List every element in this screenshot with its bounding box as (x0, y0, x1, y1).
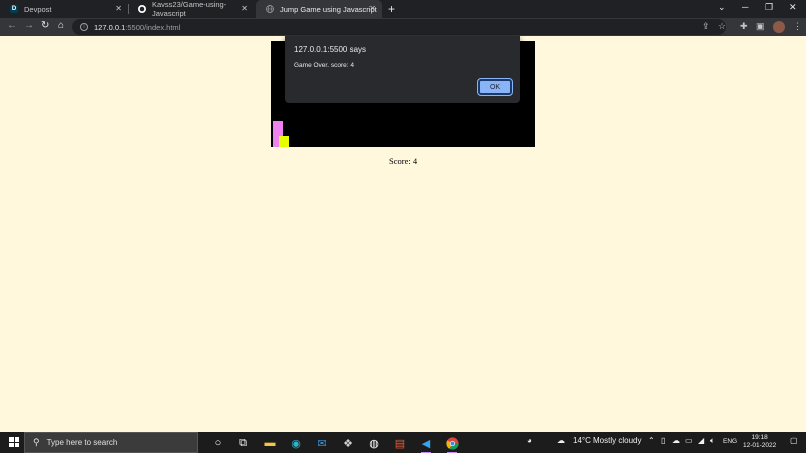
url-host: 127.0.0.1 (94, 22, 126, 32)
profile-avatar[interactable] (773, 21, 785, 33)
devpost-icon: D (10, 5, 18, 13)
tab-title: Kavss23/Game-using-Javascript (152, 0, 227, 18)
vscode-icon[interactable]: ◀ (418, 435, 434, 453)
cortana-circle-icon[interactable]: ○ (210, 435, 226, 451)
weather-description[interactable]: Mostly cloudy (593, 436, 641, 445)
alert-dialog: 127.0.0.1:5500 says Game Over. score: 4 … (285, 36, 520, 103)
tab-title: Devpost (24, 4, 52, 14)
alert-message: Game Over. score: 4 (294, 62, 354, 69)
notification-icon[interactable]: ▢ (790, 436, 798, 445)
close-icon[interactable]: ✕ (115, 4, 122, 13)
tab-devpost[interactable]: D Devpost ✕ (0, 0, 128, 18)
clock-date: 12-01-2022 (743, 442, 777, 449)
chrome-icon[interactable] (444, 435, 460, 453)
task-view-icon[interactable]: ⧉ (235, 435, 251, 451)
tab-title: Jump Game using Javascript (280, 4, 377, 14)
network-icon[interactable]: ◢ (698, 436, 704, 445)
globe-icon (266, 5, 274, 13)
alert-title: 127.0.0.1:5500 says (294, 45, 367, 54)
alert-ok-button[interactable]: OK (477, 78, 513, 96)
battery-icon[interactable]: ▭ (685, 436, 693, 445)
github-desktop-icon[interactable]: ◍ (366, 435, 382, 451)
tab-search-chevron-icon[interactable]: ⌄ (718, 2, 726, 13)
back-arrow-icon[interactable]: ← (7, 20, 17, 31)
search-icon: ⚲ (33, 437, 40, 447)
score-text: Score: 4 (389, 156, 418, 166)
close-icon[interactable]: ✕ (369, 4, 376, 13)
weather-cloud-icon[interactable]: ☁ (557, 436, 565, 445)
menu-dots-icon[interactable]: ⋮ (793, 21, 802, 32)
home-icon[interactable]: ⌂ (58, 20, 64, 31)
minimize-icon[interactable]: ─ (742, 2, 748, 12)
chrome-tray-icon[interactable]: ◕ (527, 436, 532, 445)
site-info-icon[interactable]: i (80, 23, 88, 31)
taskbar-clock[interactable]: 19:18 12-01-2022 (743, 434, 776, 450)
language-indicator[interactable]: ENG (723, 438, 737, 445)
extensions-puzzle-icon[interactable]: ✚ (740, 21, 748, 32)
show-hidden-icons-chevron-icon[interactable]: ⌃ (648, 436, 655, 445)
new-tab-plus-icon[interactable]: + (388, 2, 395, 16)
file-explorer-icon[interactable]: ▬ (262, 435, 278, 451)
search-placeholder: Type here to search (46, 438, 118, 447)
github-icon (138, 5, 146, 13)
reload-icon[interactable]: ↻ (41, 20, 49, 31)
game-block-obstacle (279, 136, 289, 147)
window-close-icon[interactable]: ✕ (789, 2, 797, 13)
taskbar-search-input[interactable]: ⚲ Type here to search (24, 432, 198, 453)
edge-icon[interactable]: ◉ (288, 435, 304, 451)
weather-temperature[interactable]: 14°C (573, 436, 591, 445)
tab-strip: D Devpost ✕ Kavss23/Game-using-Javascrip… (0, 0, 806, 18)
phone-icon[interactable]: ▯ (661, 436, 665, 445)
address-bar[interactable]: i 127.0.0.1:5500/index.html (72, 19, 726, 35)
speaker-icon[interactable]: 🔈︎ (710, 436, 715, 446)
browser-toolbar: ← → ↻ ⌂ i 127.0.0.1:5500/index.html ⇪ ☆ … (0, 18, 806, 36)
restore-icon[interactable]: ❐ (765, 2, 773, 13)
clock-time: 19:18 (751, 434, 768, 441)
media-app-icon[interactable]: ▤ (392, 435, 408, 451)
url-path: :5500/index.html (125, 22, 181, 32)
close-icon[interactable]: ✕ (241, 4, 248, 13)
dropbox-icon[interactable]: ❖ (340, 435, 356, 451)
tab-github[interactable]: Kavss23/Game-using-Javascript ✕ (128, 0, 254, 18)
forward-arrow-icon[interactable]: → (24, 20, 34, 31)
side-panel-icon[interactable]: ▣ (756, 21, 765, 32)
onedrive-cloud-icon[interactable]: ☁ (672, 436, 680, 445)
windows-start-icon[interactable] (9, 437, 19, 447)
bookmark-star-icon[interactable]: ☆ (718, 21, 726, 32)
share-icon[interactable]: ⇪ (702, 21, 710, 32)
mail-icon[interactable]: ✉ (314, 435, 330, 451)
taskbar: ⚲ Type here to search ○ ⧉ ▬ ◉ ✉ ❖ ◍ ▤ ◀ … (0, 432, 806, 453)
tab-jump-game[interactable]: Jump Game using Javascript ✕ (256, 0, 382, 18)
